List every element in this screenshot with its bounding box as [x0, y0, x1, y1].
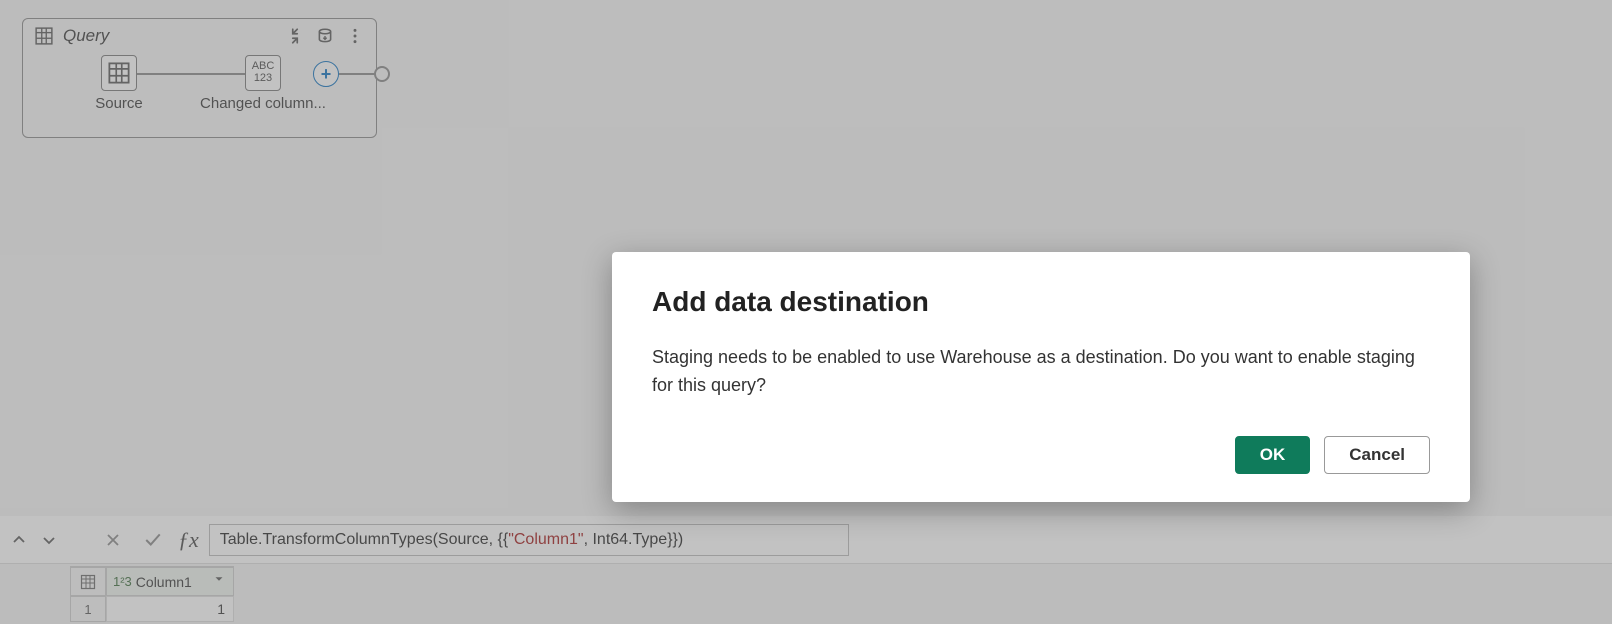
ok-button[interactable]: OK: [1235, 436, 1311, 474]
add-data-destination-dialog: Add data destination Staging needs to be…: [612, 252, 1470, 502]
dialog-title: Add data destination: [652, 286, 1430, 318]
dialog-body: Staging needs to be enabled to use Wareh…: [652, 344, 1430, 400]
cancel-button[interactable]: Cancel: [1324, 436, 1430, 474]
